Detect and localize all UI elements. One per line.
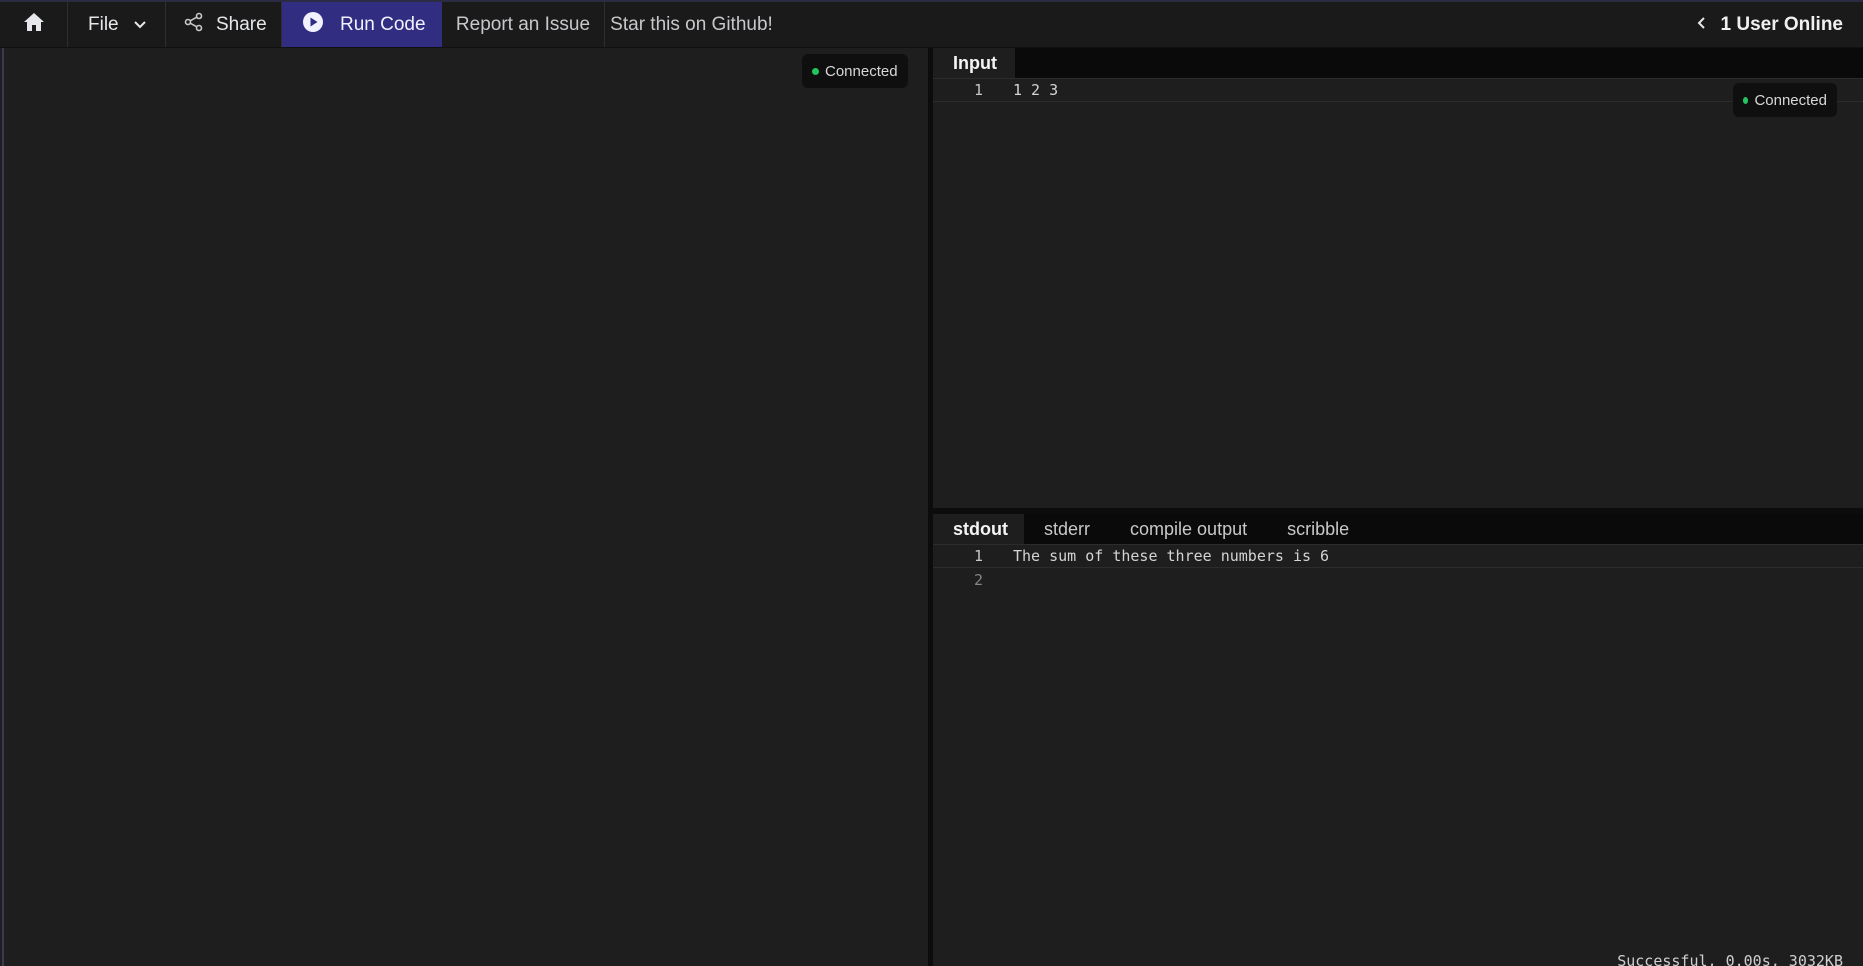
users-online-label: 1 User Online: [1720, 13, 1844, 35]
output-panel: stdout stderr compile output scribble 1 …: [933, 514, 1863, 966]
input-panel: Input 1 1 2 3 Connected: [933, 48, 1863, 508]
line-text: 1 2 3: [1013, 81, 1059, 99]
connected-dot-icon: [812, 67, 819, 75]
output-editor[interactable]: 1 The sum of these three numbers is 6 2: [933, 544, 1863, 592]
report-issue-label: Report an Issue: [455, 13, 591, 35]
report-issue-link[interactable]: Report an Issue: [442, 2, 605, 47]
home-icon: [23, 12, 45, 38]
input-editor[interactable]: 1 1 2 3: [933, 78, 1863, 102]
code-connection-label: Connected: [825, 62, 898, 80]
app-window: File Share Run Code Report an Issue Star…: [0, 0, 1863, 966]
line-text: The sum of these three numbers is 6: [1013, 547, 1330, 565]
tab-compile-output[interactable]: compile output: [1110, 514, 1267, 544]
editor-line: 1 The sum of these three numbers is 6: [933, 544, 1863, 568]
input-connection-badge: Connected: [1733, 83, 1837, 117]
tab-input-label: Input: [953, 52, 997, 73]
file-menu-label: File: [88, 13, 119, 35]
input-tabbar: Input: [933, 48, 1863, 78]
tab-stdout[interactable]: stdout: [933, 514, 1024, 544]
tab-scribble[interactable]: scribble: [1267, 514, 1369, 544]
navbar-spacer: [778, 2, 1697, 47]
share-label: Share: [216, 13, 267, 35]
line-number: 2: [973, 571, 983, 589]
file-menu-button[interactable]: File: [68, 2, 166, 47]
chevron-left-icon: [1697, 14, 1707, 36]
tab-scribble-label: scribble: [1287, 518, 1350, 539]
share-button[interactable]: Share: [166, 2, 282, 47]
code-editor-panel[interactable]: Connected: [2, 48, 928, 966]
tab-stderr-label: stderr: [1044, 518, 1091, 539]
play-icon: [302, 11, 340, 39]
tab-input[interactable]: Input: [933, 48, 1015, 78]
users-online-toggle[interactable]: 1 User Online: [1697, 2, 1863, 47]
input-connection-label: Connected: [1754, 91, 1827, 109]
run-code-button[interactable]: Run Code: [282, 2, 442, 47]
line-number: 1: [973, 81, 983, 99]
run-code-label: Run Code: [340, 13, 426, 35]
chevron-down-icon: [133, 14, 147, 36]
code-connection-badge: Connected: [802, 54, 908, 88]
top-navbar: File Share Run Code Report an Issue Star…: [0, 0, 1863, 48]
tab-stdout-label: stdout: [953, 518, 1008, 539]
star-github-link[interactable]: Star this on Github!: [605, 2, 778, 47]
home-button[interactable]: [0, 2, 68, 47]
editor-line: 1 1 2 3: [933, 78, 1863, 102]
connected-dot-icon: [1743, 96, 1749, 104]
run-status-text: Successful, 0.00s, 3032KB: [1617, 952, 1843, 966]
tab-stderr[interactable]: stderr: [1024, 514, 1110, 544]
editor-line: 2: [933, 568, 1863, 592]
tab-compile-output-label: compile output: [1130, 518, 1248, 539]
star-github-label: Star this on Github!: [610, 13, 773, 35]
output-tabbar: stdout stderr compile output scribble: [933, 514, 1863, 544]
line-number: 1: [973, 547, 983, 565]
share-icon: [184, 12, 216, 38]
